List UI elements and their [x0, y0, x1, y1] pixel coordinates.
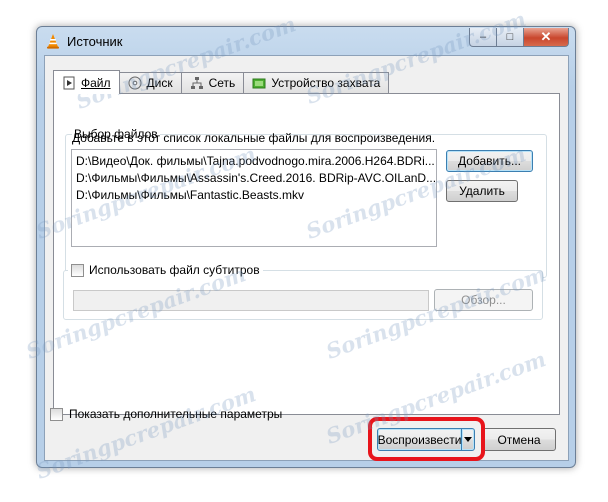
network-icon — [190, 77, 203, 89]
file-selection-hint: Добавьте в этот список локальные файлы д… — [72, 131, 436, 145]
maximize-button[interactable]: □ — [497, 28, 524, 47]
tab-capture-device-label: Устройство захвата — [271, 76, 381, 90]
tab-network-label: Сеть — [208, 76, 236, 90]
tab-capture-device[interactable]: Устройство захвата — [243, 72, 390, 93]
play-button-highlight — [368, 417, 485, 461]
source-dialog: Источник ‒ □ ✕ Файл Диск Сеть Устройство… — [36, 26, 576, 468]
vlc-cone-icon — [47, 34, 59, 49]
list-item[interactable]: D:\Фильмы\Фильмы\Fantastic.Beasts.mkv — [72, 187, 436, 204]
browse-subtitle-button[interactable]: Обзор... — [434, 289, 533, 311]
minimize-icon: ‒ — [479, 31, 487, 43]
capture-device-icon — [252, 78, 266, 89]
tab-disc[interactable]: Диск — [118, 72, 182, 93]
tab-file-label: Файл — [81, 75, 111, 90]
browse-subtitle-label: Обзор... — [461, 293, 506, 307]
maximize-icon: □ — [506, 31, 514, 43]
file-list[interactable]: D:\Видео\Док. фильмы\Tajna.podvodnogo.mi… — [71, 149, 437, 247]
tab-file[interactable]: Файл — [53, 70, 120, 94]
remove-file-label: Удалить — [459, 184, 505, 198]
tab-bar: Файл Диск Сеть Устройство захвата — [53, 70, 390, 94]
title-bar[interactable]: Источник ‒ □ ✕ — [37, 27, 575, 55]
add-file-button[interactable]: Добавить... — [446, 150, 533, 172]
add-file-label: Добавить... — [457, 154, 522, 168]
minimize-button[interactable]: ‒ — [469, 28, 497, 47]
file-play-icon — [63, 76, 75, 89]
list-item[interactable]: D:\Фильмы\Фильмы\Assassin's.Creed.2016. … — [72, 170, 436, 187]
list-item[interactable]: D:\Видео\Док. фильмы\Tajna.podvodnogo.mi… — [72, 153, 436, 170]
tab-disc-label: Диск — [146, 76, 173, 90]
show-more-options-label: Показать дополнительные параметры — [69, 407, 283, 421]
subtitles-checkbox-label: Использовать файл субтитров — [89, 263, 260, 277]
show-more-options-checkbox[interactable] — [50, 407, 63, 421]
disc-icon — [128, 76, 142, 90]
subtitle-path-input[interactable] — [73, 290, 429, 311]
remove-file-button[interactable]: Удалить — [446, 180, 518, 202]
subtitles-checkbox[interactable] — [71, 263, 84, 277]
dialog-client-area: Файл Диск Сеть Устройство захвата Выбор … — [44, 55, 569, 461]
close-button[interactable]: ✕ — [524, 28, 569, 47]
close-icon: ✕ — [540, 29, 552, 44]
cancel-label: Отмена — [497, 432, 541, 447]
window-title: Источник — [67, 34, 123, 49]
cancel-button[interactable]: Отмена — [482, 428, 556, 451]
tab-network[interactable]: Сеть — [180, 72, 245, 93]
